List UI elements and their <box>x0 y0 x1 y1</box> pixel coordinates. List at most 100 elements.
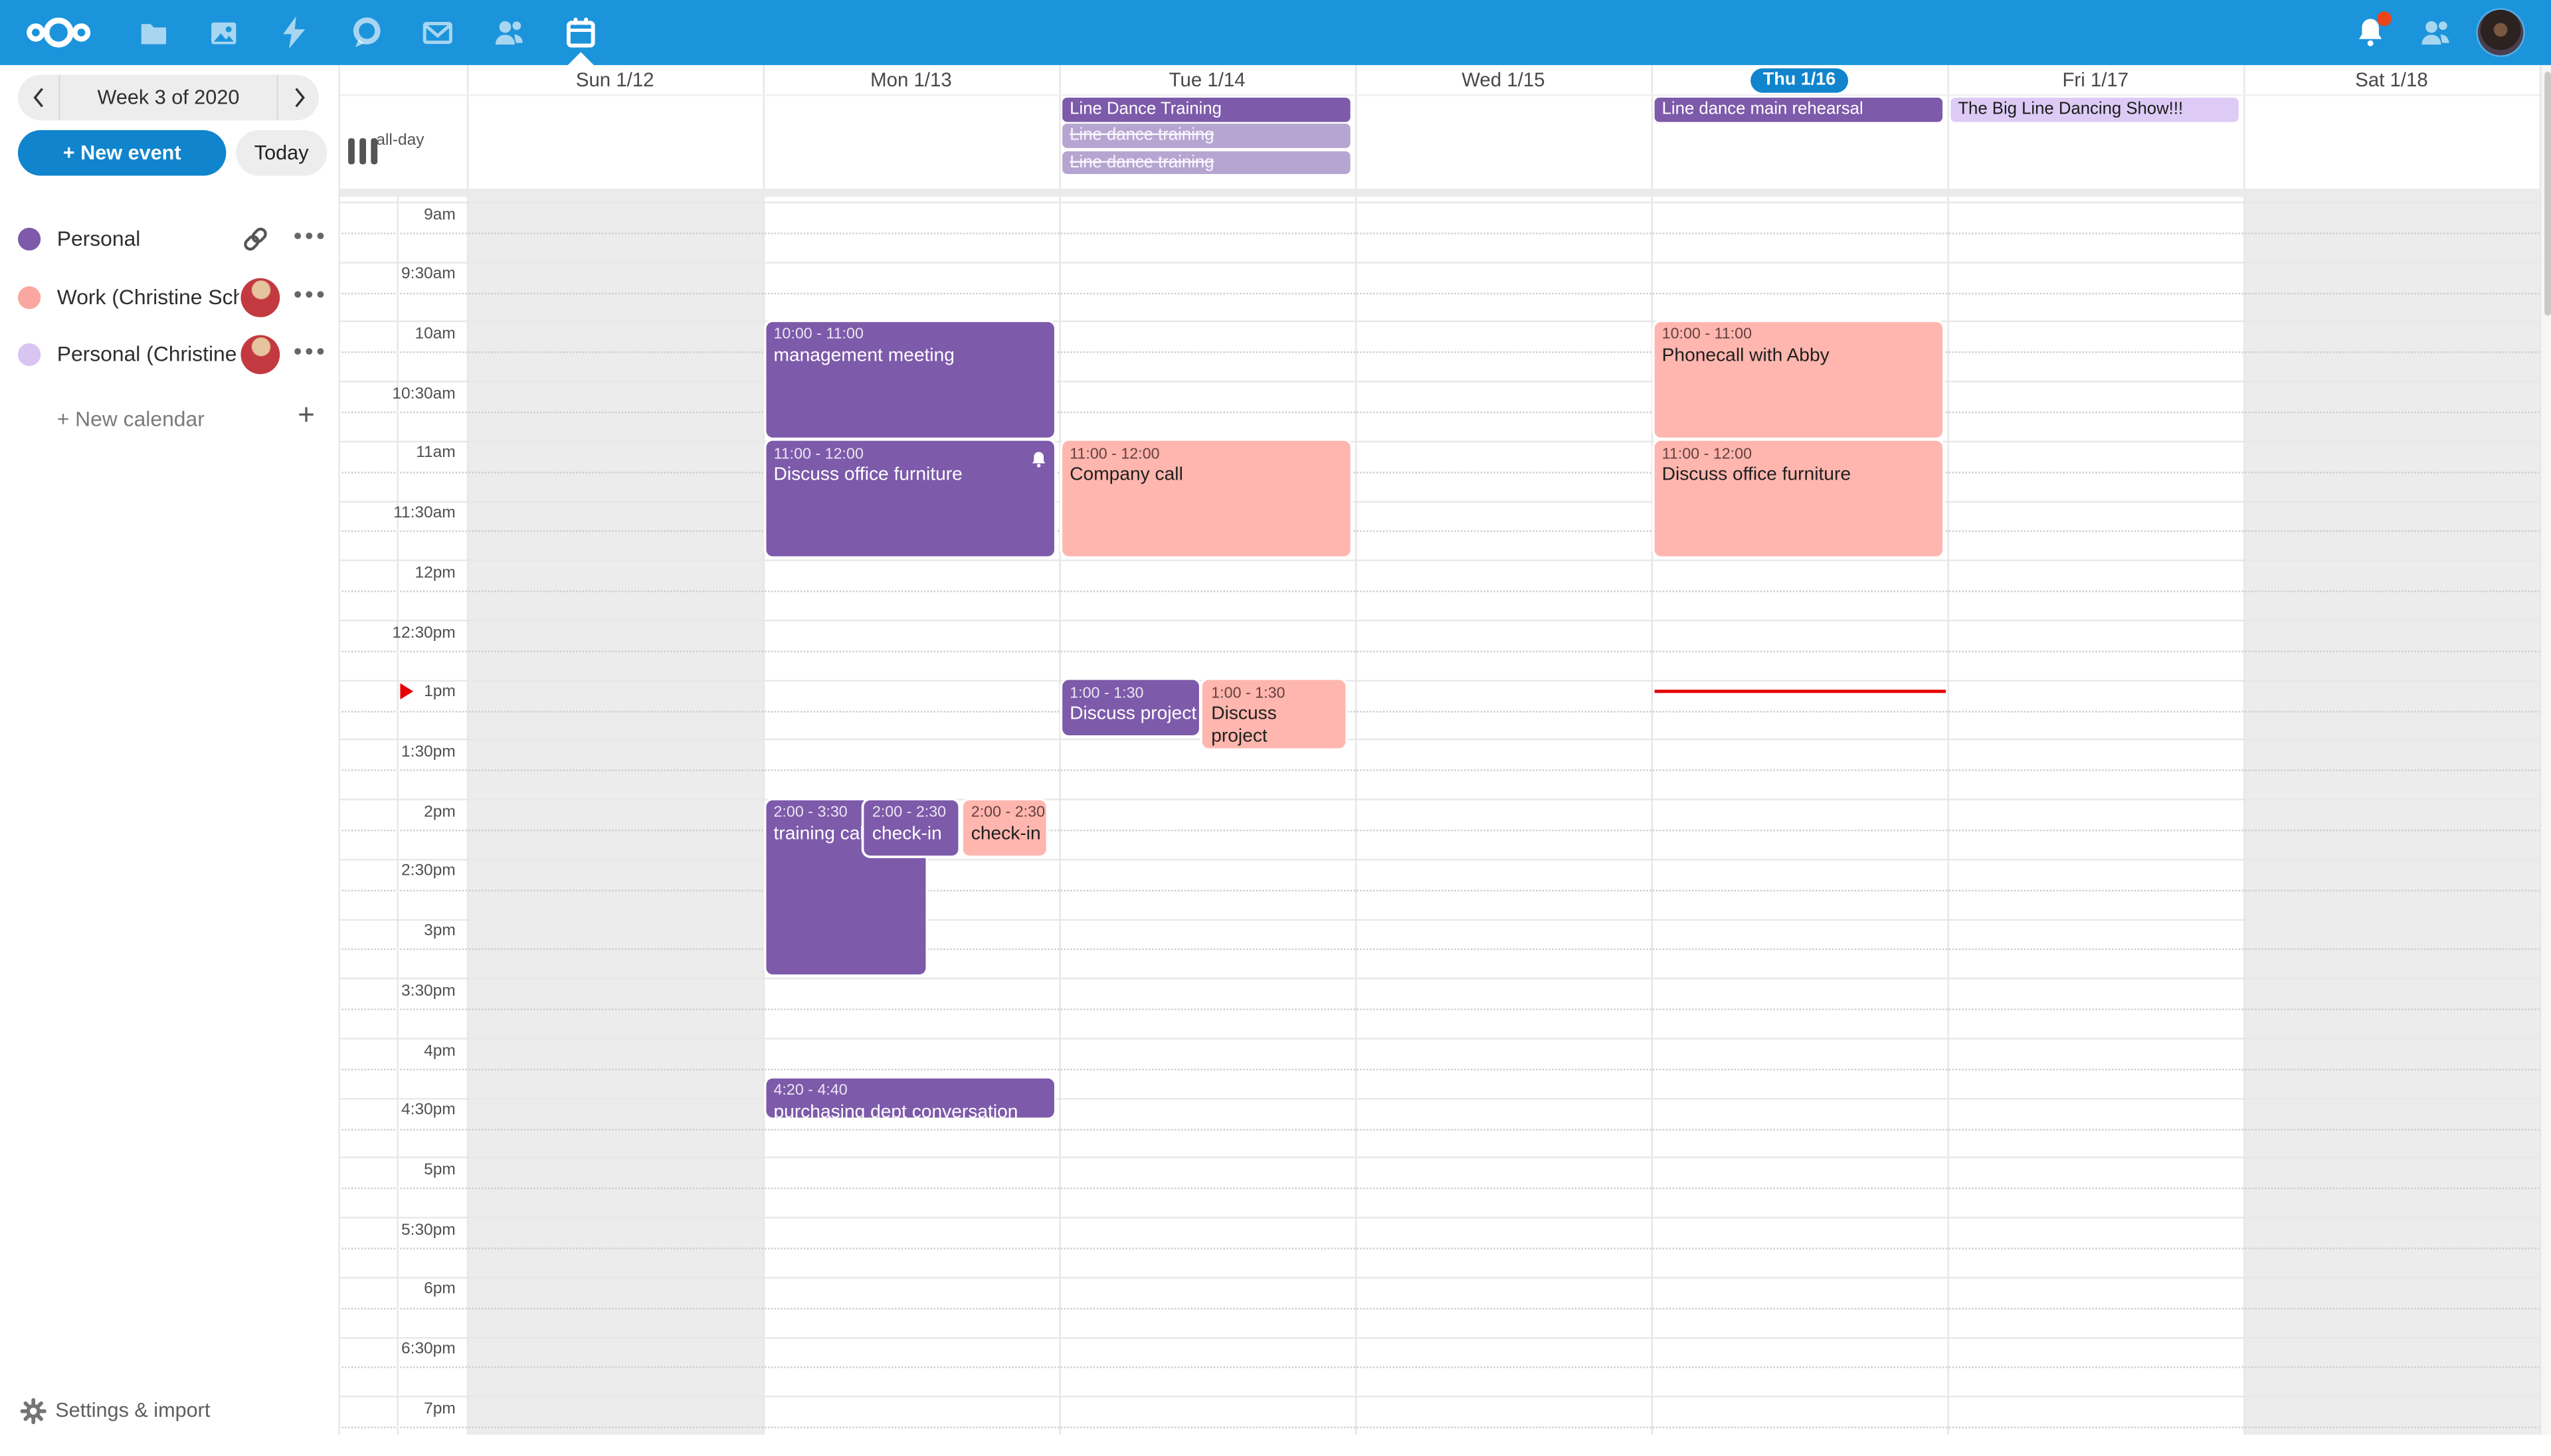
next-week-button[interactable] <box>276 75 319 121</box>
time-axis-label: 7pm <box>338 1400 455 1418</box>
app-window: Week 3 of 2020 + New event Today Persona… <box>0 0 2551 1435</box>
notifications-bell-icon[interactable] <box>2354 16 2387 48</box>
event-title: Discuss office furniture <box>773 466 1045 485</box>
time-axis-label: 12pm <box>338 564 455 582</box>
talk-app-icon[interactable] <box>350 16 383 48</box>
all-day-event[interactable]: Line Dance Training <box>1062 98 1349 122</box>
user-avatar[interactable] <box>2478 10 2524 56</box>
calendar-menu-icon[interactable] <box>294 348 324 355</box>
event[interactable]: 10:00 - 11:00management meeting <box>765 322 1053 438</box>
event-time: 11:00 - 12:00 <box>1662 446 1934 464</box>
day-header[interactable]: Fri 1/17 <box>1947 65 2243 94</box>
day-header[interactable]: Wed 1/15 <box>1355 65 1652 94</box>
week-label[interactable]: Week 3 of 2020 <box>60 75 277 121</box>
time-slot-row[interactable] <box>338 262 2539 321</box>
event[interactable]: 11:00 - 12:00 Discuss office furniture <box>1653 442 1941 557</box>
quarter-hour-line <box>338 1247 2539 1249</box>
view-switcher-icon[interactable] <box>348 138 381 167</box>
quarter-hour-line <box>338 1367 2539 1368</box>
quarter-hour-line <box>338 591 2539 592</box>
activity-app-icon[interactable] <box>278 16 311 48</box>
column-border <box>467 65 468 1435</box>
quarter-hour-line <box>338 1009 2539 1010</box>
event[interactable]: 4:20 - 4:40purchasing dept conversation <box>765 1079 1053 1118</box>
time-slot-row[interactable] <box>338 739 2539 799</box>
quarter-hour-line <box>338 1129 2539 1130</box>
time-slot-row[interactable] <box>338 1277 2539 1336</box>
calendar-list-item[interactable]: Personal (Christine Scho... <box>0 330 338 379</box>
calendar-menu-icon[interactable] <box>294 232 324 239</box>
now-indicator-arrow <box>400 683 413 699</box>
column-border <box>1947 65 1948 1435</box>
reminder-bell-icon <box>1029 448 1047 477</box>
notification-dot <box>2377 11 2392 26</box>
new-calendar-label: + New calendar <box>57 407 205 431</box>
nextcloud-logo-icon[interactable] <box>23 13 94 60</box>
event[interactable]: 10:00 - 11:00Phonecall with Abby <box>1653 322 1941 438</box>
time-slot-row[interactable] <box>338 799 2539 859</box>
time-slot-row[interactable] <box>338 381 2539 440</box>
event-title: check-in <box>872 824 950 844</box>
time-slot-row[interactable] <box>338 978 2539 1038</box>
time-slot-row[interactable] <box>338 680 2539 739</box>
time-slot-row[interactable] <box>338 560 2539 620</box>
previous-week-button[interactable] <box>18 75 60 121</box>
event-title: Discuss office furniture <box>1662 466 1934 485</box>
time-slot-row[interactable] <box>338 1097 2539 1157</box>
calendar-name: Personal <box>57 226 141 250</box>
event[interactable]: 2:00 - 2:30check-in <box>963 800 1047 856</box>
day-header[interactable]: Sat 1/18 <box>2243 65 2540 94</box>
time-slot-row[interactable] <box>338 202 2539 262</box>
time-slot-row[interactable] <box>338 919 2539 978</box>
event[interactable]: 11:00 - 12:00Company call <box>1062 442 1349 557</box>
time-slot-row[interactable] <box>338 1038 2539 1097</box>
time-slot-row[interactable] <box>338 321 2539 381</box>
all-day-event[interactable]: The Big Line Dancing Show!!! <box>1950 98 2237 122</box>
new-event-button[interactable]: + New event <box>18 130 226 176</box>
contacts-app-icon[interactable] <box>493 16 525 48</box>
day-header[interactable]: Thu 1/16 <box>1652 65 1948 94</box>
calendar-menu-icon[interactable] <box>294 290 324 297</box>
time-slot-row[interactable] <box>338 1336 2539 1396</box>
event[interactable]: 2:00 - 2:30check-in <box>864 800 959 856</box>
active-app-pointer <box>568 52 594 65</box>
time-slot-row[interactable] <box>338 620 2539 680</box>
event[interactable]: 1:00 - 1:30Discuss project announcement <box>1062 680 1199 736</box>
share-link-icon[interactable] <box>240 220 280 259</box>
time-slot-row[interactable] <box>338 1157 2539 1217</box>
calendar-app-icon[interactable] <box>565 16 597 48</box>
day-header[interactable]: Mon 1/13 <box>763 65 1060 94</box>
mail-app-icon[interactable] <box>421 16 454 48</box>
photos-app-icon[interactable] <box>207 16 239 48</box>
quarter-hour-line <box>338 292 2539 294</box>
header-underline <box>338 94 2539 96</box>
gear-icon <box>19 1398 47 1433</box>
time-slot-row[interactable] <box>338 1217 2539 1277</box>
new-calendar-button[interactable]: + New calendar + <box>0 397 338 443</box>
scrollbar-thumb[interactable] <box>2544 72 2550 316</box>
all-day-event[interactable]: Line dance training <box>1062 124 1349 148</box>
calendar-list-item[interactable]: Personal <box>0 215 338 263</box>
today-button[interactable]: Today <box>236 130 327 176</box>
event[interactable]: 11:00 - 12:00Discuss office furniture <box>765 442 1053 557</box>
files-app-icon[interactable] <box>137 16 169 48</box>
time-slot-row[interactable] <box>338 440 2539 500</box>
event[interactable]: 1:00 - 1:30Discuss project announcement <box>1203 680 1345 749</box>
settings-button[interactable]: Settings & import <box>0 1389 338 1435</box>
day-header[interactable]: Sun 1/12 <box>467 65 763 94</box>
quarter-hour-line <box>338 1427 2539 1428</box>
day-header-label: Sun 1/12 <box>576 68 654 91</box>
contacts-menu-icon[interactable] <box>2419 16 2452 48</box>
time-slot-row[interactable] <box>338 1396 2539 1456</box>
all-day-event[interactable]: Line dance training <box>1062 151 1349 175</box>
column-border <box>1355 65 1357 1435</box>
day-header[interactable]: Tue 1/14 <box>1059 65 1355 94</box>
quarter-hour-line <box>338 770 2539 771</box>
calendar-list-item[interactable]: Work (Christine Schott) <box>0 272 338 321</box>
vertical-scrollbar[interactable] <box>2540 65 2551 1435</box>
shared-by-avatar[interactable] <box>240 278 280 317</box>
shared-by-avatar[interactable] <box>240 335 280 374</box>
all-day-event[interactable]: Line dance main rehearsal <box>1653 98 1941 122</box>
time-slot-row[interactable] <box>338 859 2539 919</box>
time-slot-row[interactable] <box>338 500 2539 560</box>
